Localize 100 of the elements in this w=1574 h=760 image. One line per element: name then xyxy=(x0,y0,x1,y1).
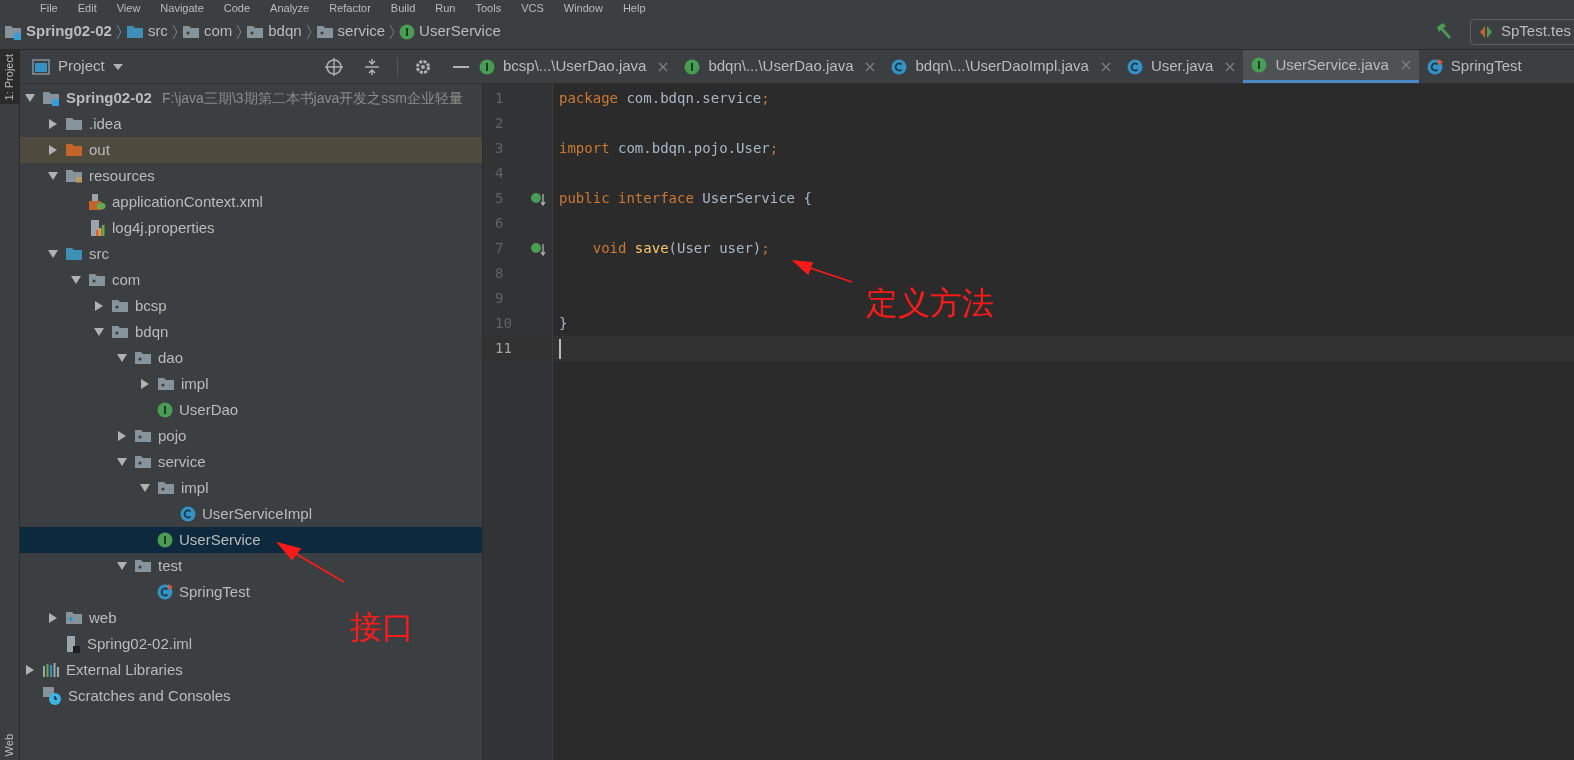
expanded-arrow-icon[interactable] xyxy=(117,457,127,467)
chevron-icon xyxy=(171,23,178,40)
tree-item[interactable]: SpringTest xyxy=(20,579,258,605)
menu-item[interactable]: VCS xyxy=(521,2,544,14)
tree-item[interactable]: bcsp xyxy=(20,293,175,319)
collapsed-arrow-icon[interactable] xyxy=(25,665,35,675)
locate-icon[interactable] xyxy=(325,57,343,76)
code-line: void save(User user); xyxy=(591,239,770,258)
menu-item[interactable]: Run xyxy=(435,2,456,14)
collapsed-arrow-icon[interactable] xyxy=(48,613,58,623)
folder-icon xyxy=(65,610,83,626)
folder-icon xyxy=(65,142,83,158)
breadcrumb-item[interactable]: src xyxy=(147,20,168,43)
settings-icon[interactable] xyxy=(414,57,432,76)
tree-item[interactable]: UserService xyxy=(20,527,482,553)
editor-tab[interactable]: bcsp\...\UserDao.java xyxy=(471,50,677,83)
tree-item[interactable]: service xyxy=(20,449,214,475)
tree-item[interactable]: UserDao xyxy=(20,397,247,423)
annotation-label: 接口 xyxy=(350,611,414,643)
tree-item[interactable]: test xyxy=(20,553,191,579)
xml-file-icon xyxy=(88,193,106,211)
tree-item[interactable]: web xyxy=(20,605,125,631)
tree-item[interactable]: com xyxy=(20,267,149,293)
menu-item[interactable]: Code xyxy=(223,2,251,14)
tree-item[interactable]: pojo xyxy=(20,423,195,449)
menu-item[interactable]: Window xyxy=(563,2,603,14)
tree-item[interactable]: resources xyxy=(20,163,163,189)
menu-item[interactable]: Build xyxy=(390,2,416,14)
tree-item[interactable]: log4j.properties xyxy=(20,215,223,241)
tree-item[interactable]: out xyxy=(20,137,482,163)
tree-item[interactable]: External Libraries xyxy=(20,657,191,683)
folder-icon xyxy=(134,454,152,470)
expanded-arrow-icon[interactable] xyxy=(117,561,127,571)
folder-icon xyxy=(157,376,175,392)
scratches-icon xyxy=(42,686,62,706)
expanded-arrow-icon[interactable] xyxy=(94,327,104,337)
folder-icon xyxy=(181,23,200,40)
menu-item[interactable]: Navigate xyxy=(160,2,204,14)
editor-tab[interactable]: UserService.java xyxy=(1243,50,1419,83)
collapsed-arrow-icon[interactable] xyxy=(117,431,127,441)
breadcrumb-item[interactable]: service xyxy=(337,20,386,43)
collapsed-arrow-icon[interactable] xyxy=(94,301,104,311)
expanded-arrow-icon[interactable] xyxy=(140,483,150,493)
class-icon xyxy=(1126,58,1143,75)
tree-item[interactable]: Spring02-02.iml xyxy=(20,631,201,657)
menu-item[interactable]: Help xyxy=(622,2,646,14)
panel-icon xyxy=(32,58,50,75)
expanded-arrow-icon[interactable] xyxy=(48,249,58,259)
run-configuration-selector[interactable]: SpTest.tes xyxy=(1469,18,1574,45)
expanded-arrow-icon[interactable] xyxy=(48,171,58,181)
collapse-all-icon[interactable] xyxy=(363,57,381,76)
tree-item[interactable]: impl xyxy=(20,475,217,501)
close-icon[interactable] xyxy=(1100,61,1111,72)
close-icon[interactable] xyxy=(865,61,876,72)
editor-tab[interactable]: bdqn\...\UserDaoImpl.java xyxy=(883,50,1119,83)
annotation-arrow xyxy=(276,540,346,584)
implemented-marker-icon[interactable] xyxy=(531,241,547,256)
panel-title[interactable]: Project xyxy=(58,55,105,78)
tree-item[interactable]: src xyxy=(20,241,117,267)
interface-icon xyxy=(399,23,416,40)
editor-tab[interactable]: bdqn\...\UserDao.java xyxy=(676,50,884,83)
tree-item[interactable]: Spring02-02 F:\java三期\3期第二本书java开发之ssm企业轻量 xyxy=(20,85,471,111)
tree-item[interactable]: dao xyxy=(20,345,192,371)
interface-icon xyxy=(157,532,173,548)
folder-icon xyxy=(134,350,152,366)
menu-item[interactable]: Refactor xyxy=(329,2,371,14)
menu-item[interactable]: View xyxy=(116,2,141,14)
implemented-marker-icon[interactable] xyxy=(531,191,547,206)
menu-item[interactable]: Tools xyxy=(475,2,502,14)
breadcrumb-item[interactable]: UserService xyxy=(419,20,501,43)
tree-item[interactable]: .idea xyxy=(20,111,130,137)
test-class-icon xyxy=(1426,58,1443,75)
folder-icon xyxy=(88,272,106,288)
expanded-arrow-icon[interactable] xyxy=(71,275,81,285)
editor-tab[interactable]: User.java xyxy=(1118,50,1244,83)
dropdown-caret-icon[interactable] xyxy=(112,63,123,70)
menu-item[interactable]: Analyze xyxy=(270,2,310,14)
expanded-arrow-icon[interactable] xyxy=(117,353,127,363)
module-file-icon xyxy=(65,635,81,653)
expanded-arrow-icon[interactable] xyxy=(25,93,35,103)
folder-icon xyxy=(111,324,129,340)
menu-item[interactable]: File xyxy=(40,2,58,14)
collapsed-arrow-icon[interactable] xyxy=(140,379,150,389)
breadcrumb-item[interactable]: com xyxy=(203,20,233,43)
close-icon[interactable] xyxy=(1225,61,1236,72)
tree-item[interactable]: UserServiceImpl xyxy=(20,501,321,527)
libraries-icon xyxy=(42,662,60,678)
close-icon[interactable] xyxy=(658,61,669,72)
collapsed-arrow-icon[interactable] xyxy=(48,119,58,129)
breadcrumb-item[interactable]: bdqn xyxy=(268,20,302,43)
collapsed-arrow-icon[interactable] xyxy=(48,145,58,155)
tree-item[interactable]: impl xyxy=(20,371,217,397)
breadcrumb-item[interactable]: Spring02-02 xyxy=(26,20,112,43)
editor-tab[interactable]: SpringTest xyxy=(1418,50,1530,83)
tree-item[interactable]: applicationContext.xml xyxy=(20,189,271,215)
tree-item[interactable]: Scratches and Consoles xyxy=(20,683,239,709)
chevron-icon xyxy=(305,23,312,40)
tree-item[interactable]: bdqn xyxy=(20,319,177,345)
code-line: } xyxy=(559,314,568,333)
menu-item[interactable]: Edit xyxy=(77,2,97,14)
